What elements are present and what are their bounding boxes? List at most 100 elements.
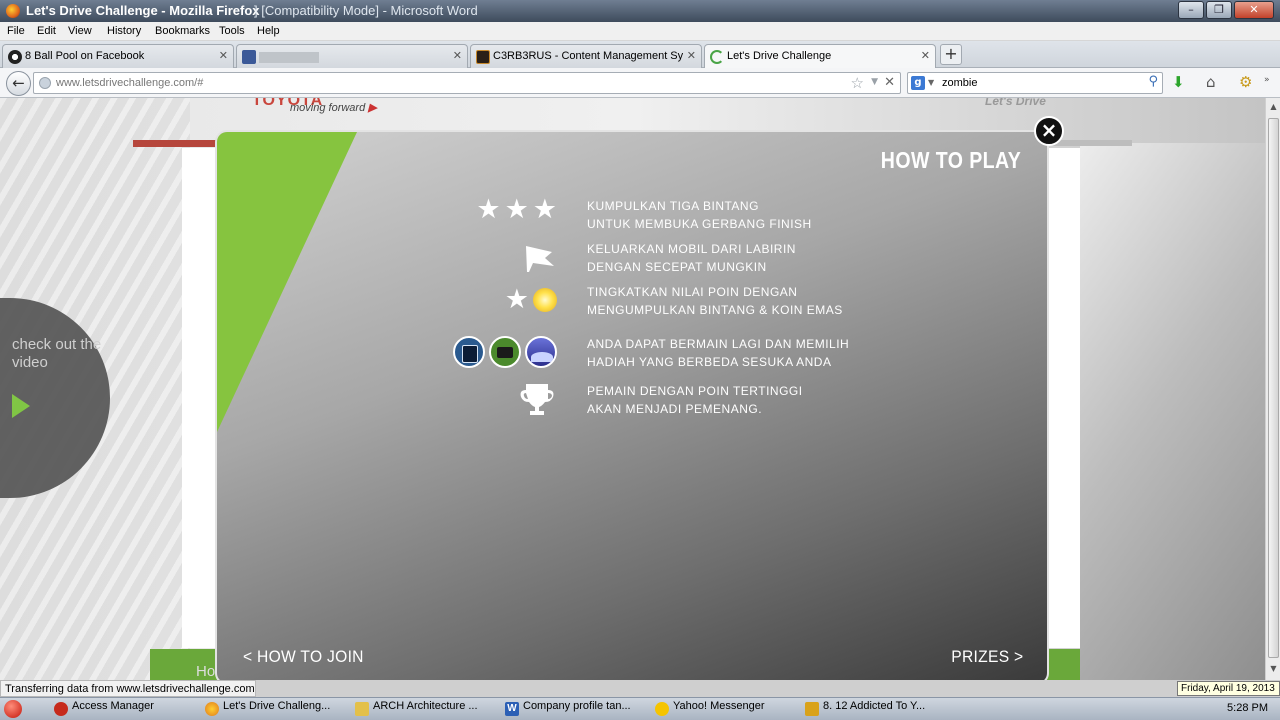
trophy-icon <box>517 382 557 418</box>
taskbar-clock[interactable]: 5:28 PM <box>1227 702 1268 714</box>
home-icon[interactable]: ⌂ <box>1206 73 1216 91</box>
status-strip <box>256 680 1280 697</box>
folder-icon <box>355 702 369 716</box>
taskbar-item-firefox[interactable]: Let's Drive Challeng... <box>203 700 353 719</box>
rule-4: ANDA DAPAT BERMAIN LAGI DAN MEMILIH HADI… <box>587 337 850 369</box>
stop-icon[interactable]: ✕ <box>884 75 895 90</box>
close-tab-icon[interactable]: ✕ <box>921 49 930 62</box>
how-to-join-link[interactable]: < HOW TO JOIN <box>243 647 364 667</box>
cms-icon <box>476 50 490 64</box>
close-tab-icon[interactable]: ✕ <box>453 49 462 62</box>
background-right-panel <box>1080 143 1265 680</box>
taskbar-item-yahoo-messenger[interactable]: Yahoo! Messenger <box>653 700 803 719</box>
gold-coin-icon <box>533 287 557 312</box>
download-icon[interactable]: ⬇ <box>1172 73 1185 91</box>
new-tab-button[interactable]: + <box>940 44 962 65</box>
menu-tools[interactable]: Tools <box>219 25 245 37</box>
menu-edit[interactable]: Edit <box>37 25 56 37</box>
grey-divider <box>1050 140 1132 146</box>
rule-5: PEMAIN DENGAN POIN TERTINGGI AKAN MENJAD… <box>587 384 803 416</box>
url-text[interactable]: www.letsdrivechallenge.com/# <box>56 77 203 89</box>
taskbar-item-folder[interactable]: ARCH Architecture ... <box>353 700 503 719</box>
close-modal-button[interactable]: × <box>1034 116 1064 146</box>
start-button[interactable] <box>4 700 22 718</box>
prizes-icon <box>453 336 557 368</box>
how-to-play-modal: HOW TO PLAY ★ ★ ★ KUMPULKAN TIGA BINTANG U… <box>215 130 1049 680</box>
navigation-bar: ← www.letsdrivechallenge.com/# ☆ ▼ ✕ g ▼… <box>0 68 1280 98</box>
engine-dropdown-icon[interactable]: ▼ <box>928 78 934 87</box>
minimize-button[interactable]: – <box>1178 1 1204 19</box>
taskbar-item-media[interactable]: 8. 12 Addicted To Y... <box>803 700 953 719</box>
toyota-logo: TOYOTA moving forward ▶ <box>190 98 377 122</box>
yahoo-messenger-icon <box>655 702 669 716</box>
menu-history[interactable]: History <box>107 25 141 37</box>
tab-bar: 8 Ball Pool on Facebook ✕ ✕ C3RB3RUS - C… <box>0 41 1280 69</box>
search-icon[interactable]: ⚲ <box>1148 74 1158 89</box>
status-text: Transferring data from www.letsdrivechal… <box>0 680 256 697</box>
background-window-title: ] [Compatibility Mode] - Microsoft Word <box>254 3 478 18</box>
back-button[interactable]: ← <box>6 71 31 96</box>
facebook-icon <box>242 50 256 64</box>
tab-label: C3RB3RUS - Content Management Syste... <box>493 50 683 62</box>
url-dropdown-icon[interactable]: ▼ <box>871 77 878 87</box>
menu-view[interactable]: View <box>68 25 92 37</box>
page-content: TOYOTA moving forward ▶ Let's Drive chec… <box>0 98 1265 680</box>
scroll-down-icon[interactable]: ▼ <box>1268 664 1279 676</box>
video-label: check out the video <box>12 336 102 371</box>
8ball-icon <box>8 50 22 64</box>
star-coin-icon: ★ <box>505 286 557 313</box>
date-tooltip: Friday, April 19, 2013 <box>1177 681 1280 696</box>
menu-help[interactable]: Help <box>257 25 280 37</box>
tagline: moving forward ▶ <box>290 102 377 114</box>
close-tab-icon[interactable]: ✕ <box>687 49 696 62</box>
trip-prize-icon <box>525 336 557 368</box>
rule-3: TINGKATKAN NILAI POIN DENGAN MENGUMPULKA… <box>587 285 843 317</box>
restore-button[interactable]: ❐ <box>1206 1 1232 19</box>
globe-icon <box>39 77 51 89</box>
menu-bar: File Edit View History Bookmarks Tools H… <box>0 22 1280 41</box>
modal-title: HOW TO PLAY <box>880 147 1021 173</box>
window-title: Let's Drive Challenge - Mozilla Firefox <box>26 3 260 18</box>
access-manager-icon <box>54 702 68 716</box>
word-icon: W <box>505 702 519 716</box>
tab-cms[interactable]: C3RB3RUS - Content Management Syste... ✕ <box>470 44 702 68</box>
taskbar-item-access-manager[interactable]: Access Manager <box>52 700 202 719</box>
google-icon[interactable]: g <box>911 76 925 90</box>
tab-label: Let's Drive Challenge <box>727 50 832 62</box>
vertical-scrollbar[interactable]: ▲ ▼ <box>1265 98 1280 680</box>
overflow-chevron-icon[interactable]: » <box>1264 75 1270 85</box>
loading-icon <box>710 50 724 64</box>
three-stars-icon: ★ ★ ★ <box>476 194 557 225</box>
close-window-button[interactable]: ✕ <box>1234 1 1274 19</box>
menu-bookmarks[interactable]: Bookmarks <box>155 25 210 37</box>
window-titlebar: Let's Drive Challenge - Mozilla Firefox … <box>0 0 1280 22</box>
background-how-text: Ho <box>196 663 216 680</box>
tab-label: 8 Ball Pool on Facebook <box>25 50 145 62</box>
rule-1: KUMPULKAN TIGA BINTANG UNTUK MEMBUKA GER… <box>587 199 812 231</box>
tab-lets-drive[interactable]: Let's Drive Challenge ✕ <box>704 44 936 69</box>
addon-gear-icon[interactable]: ⚙ <box>1239 73 1252 91</box>
firefox-icon <box>6 4 20 18</box>
rule-2: KELUARKAN MOBIL DARI LABIRIN DENGAN SECE… <box>587 242 796 274</box>
play-icon[interactable] <box>12 394 30 418</box>
search-box[interactable]: g ▼ zombie ⚲ <box>907 72 1163 94</box>
prizes-link[interactable]: PRIZES > <box>951 647 1023 667</box>
green-wedge <box>217 132 357 432</box>
red-divider <box>133 140 228 147</box>
taskbar-item-word[interactable]: W Company profile tan... <box>503 700 653 719</box>
scroll-up-icon[interactable]: ▲ <box>1268 102 1279 114</box>
media-player-icon <box>805 702 819 716</box>
tab-8-ball-pool[interactable]: 8 Ball Pool on Facebook ✕ <box>2 44 234 68</box>
menu-file[interactable]: File <box>7 25 25 37</box>
tab-facebook[interactable]: ✕ <box>236 44 468 68</box>
bookmark-star-icon[interactable]: ☆ <box>851 74 864 92</box>
search-input[interactable]: zombie <box>942 77 977 89</box>
flag-icon <box>523 242 557 274</box>
camera-prize-icon <box>489 336 521 368</box>
firefox-icon <box>205 702 219 716</box>
scrollbar-thumb[interactable] <box>1268 118 1279 658</box>
url-bar[interactable]: www.letsdrivechallenge.com/# ☆ ▼ ✕ <box>33 72 901 94</box>
tab-label-blurred <box>259 52 319 63</box>
taskbar: Access Manager Let's Drive Challeng... A… <box>0 697 1280 720</box>
close-tab-icon[interactable]: ✕ <box>219 49 228 62</box>
